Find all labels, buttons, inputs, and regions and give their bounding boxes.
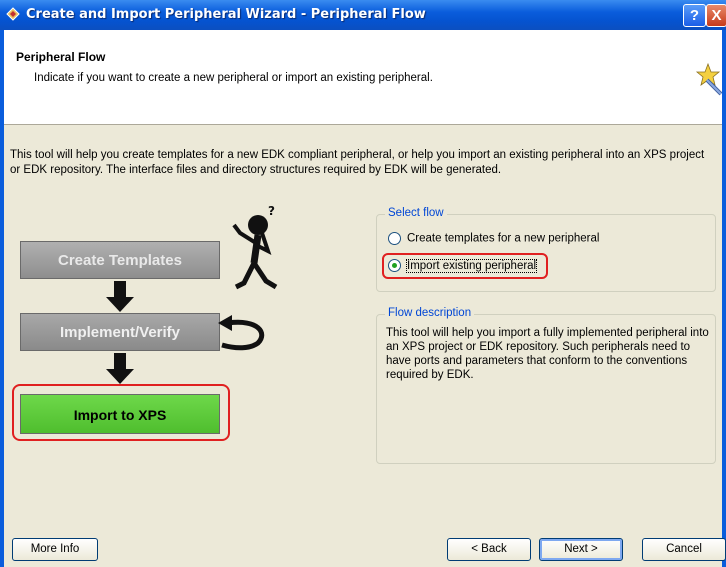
more-info-button[interactable]: More Info bbox=[12, 538, 98, 561]
loop-arrow-icon bbox=[218, 315, 265, 351]
window-frame-right bbox=[722, 30, 726, 567]
flow-step-implement-verify: Implement/Verify bbox=[20, 313, 220, 351]
thinking-person-icon: ? bbox=[232, 204, 278, 290]
page-title: Peripheral Flow bbox=[16, 50, 106, 64]
intro-text: This tool will help you create templates… bbox=[10, 149, 705, 176]
radio-create-templates[interactable]: Create templates for a new peripheral bbox=[388, 232, 599, 245]
cancel-button[interactable]: Cancel bbox=[642, 538, 726, 561]
wizard-header: Peripheral Flow Indicate if you want to … bbox=[4, 30, 723, 125]
magic-wand-icon bbox=[695, 62, 723, 96]
flow-step-create-templates: Create Templates bbox=[20, 241, 220, 279]
next-button[interactable]: Next > bbox=[539, 538, 623, 561]
import-step-highlight bbox=[12, 384, 230, 441]
select-flow-label: Select flow bbox=[385, 207, 447, 219]
down-arrow-icon bbox=[106, 353, 134, 384]
import-radio-highlight bbox=[382, 253, 548, 279]
title-bar: Create and Import Peripheral Wizard - Pe… bbox=[0, 0, 726, 30]
app-icon bbox=[6, 7, 20, 21]
window-title: Create and Import Peripheral Wizard - Pe… bbox=[26, 7, 426, 22]
radio-create-templates-label: Create templates for a new peripheral bbox=[407, 232, 600, 245]
radio-button-icon[interactable] bbox=[388, 232, 401, 245]
help-button[interactable]: ? bbox=[683, 4, 706, 27]
svg-text:?: ? bbox=[268, 204, 275, 218]
back-button[interactable]: < Back bbox=[447, 538, 531, 561]
close-button[interactable]: X bbox=[706, 4, 726, 27]
flow-description-label: Flow description bbox=[385, 307, 475, 319]
flow-description-text: This tool will help you import a fully i… bbox=[386, 327, 709, 381]
page-subtitle: Indicate if you want to create a new per… bbox=[34, 72, 433, 84]
down-arrow-icon bbox=[106, 281, 134, 312]
